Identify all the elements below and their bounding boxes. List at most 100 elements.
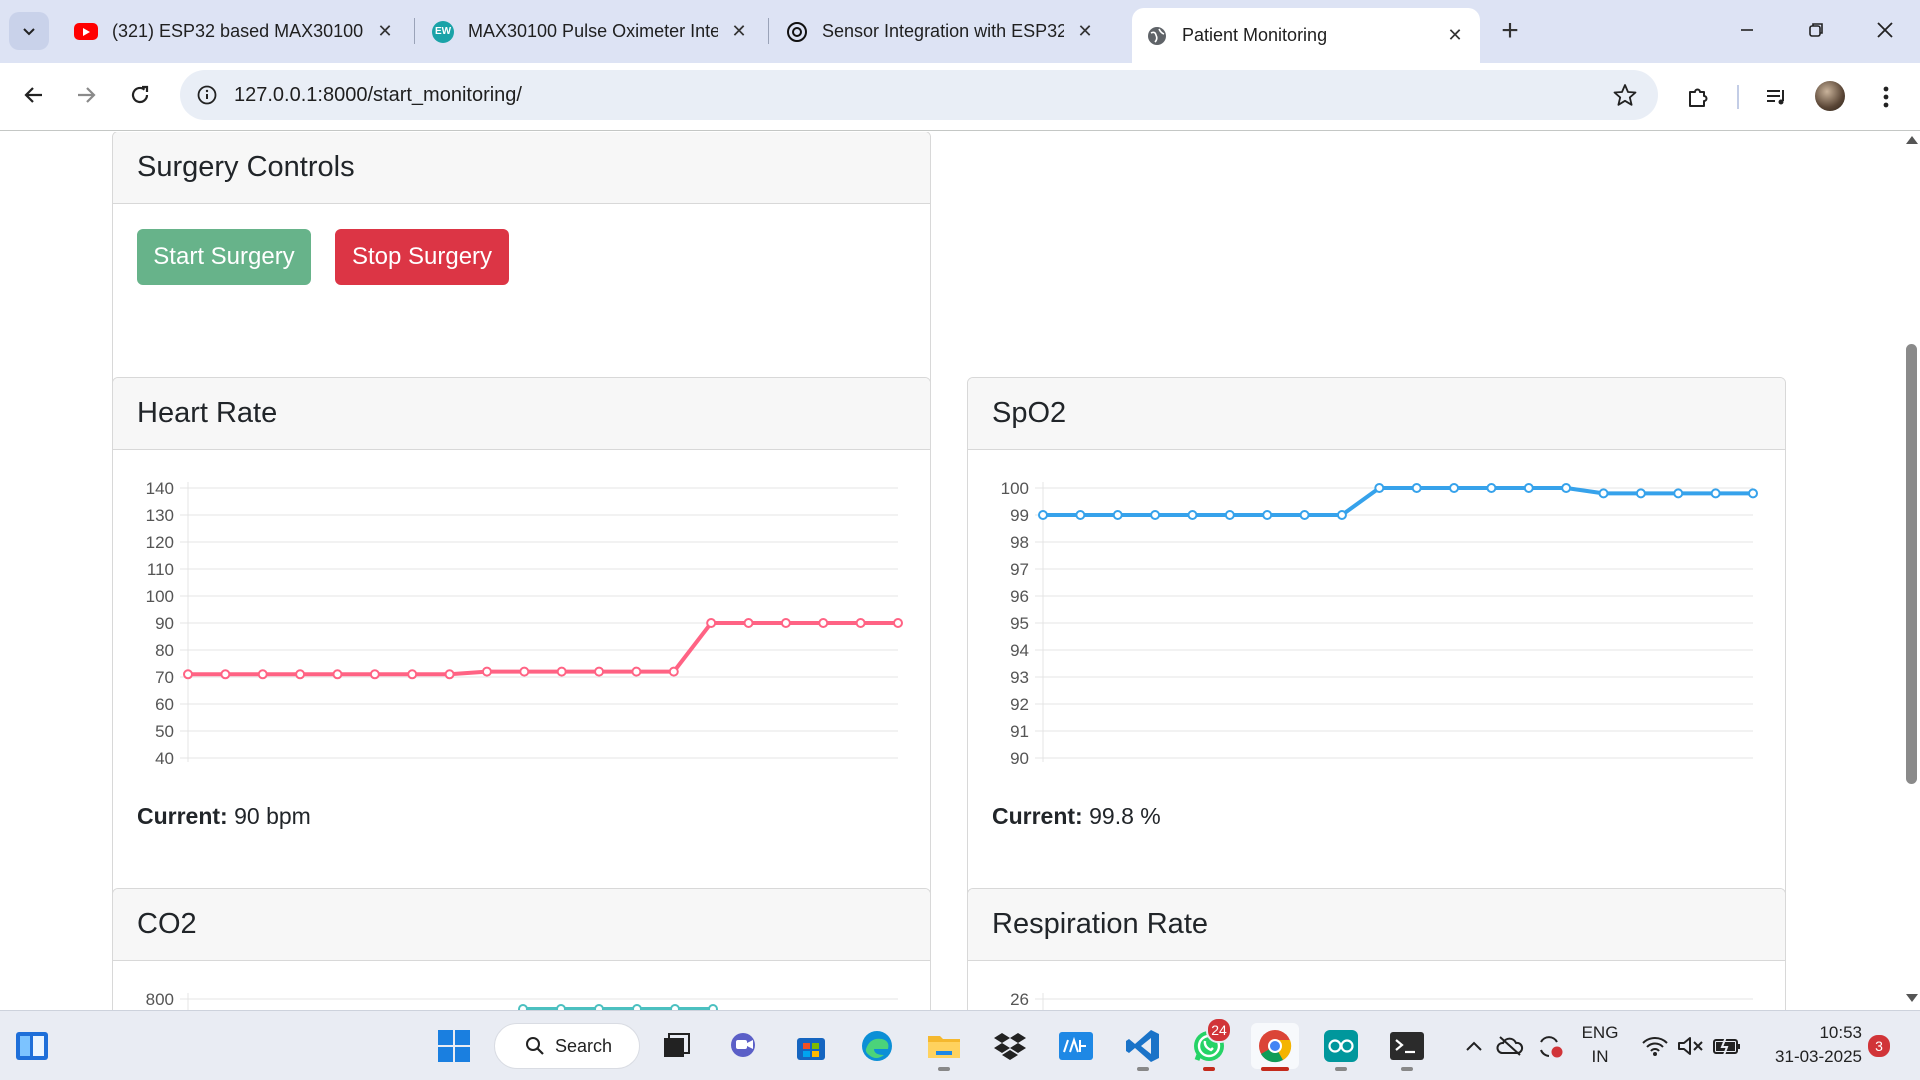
close-window-button[interactable]	[1855, 10, 1915, 50]
close-icon[interactable]: ✕	[1444, 25, 1466, 46]
browser-menu-button[interactable]	[1868, 79, 1904, 115]
y-tick-label: 130	[146, 506, 174, 525]
data-point	[556, 666, 567, 677]
extensions-button[interactable]	[1681, 79, 1717, 115]
windows-taskbar: Search 24 ENG IN 10:53 31-03-2025 3	[0, 1010, 1920, 1080]
y-tick-label: 70	[155, 668, 174, 687]
task-view-icon	[664, 1033, 690, 1057]
edge-app-button[interactable]	[853, 1023, 901, 1069]
folder-icon	[928, 1036, 960, 1058]
y-tick-label: 100	[146, 587, 174, 606]
data-point	[1112, 510, 1123, 520]
store-app-button[interactable]	[787, 1023, 835, 1069]
chevron-down-icon	[23, 28, 35, 36]
page-scrollbar[interactable]	[1902, 132, 1920, 1010]
search-label: Search	[555, 1035, 613, 1056]
date-text: 31-03-2025	[1775, 1047, 1862, 1066]
current-value: 90 bpm	[234, 803, 311, 829]
store-icon	[797, 1038, 825, 1060]
myhp-button[interactable]	[1052, 1023, 1100, 1069]
bookmark-star-icon[interactable]	[1612, 82, 1638, 113]
clock[interactable]: 10:53 31-03-2025	[1758, 1023, 1862, 1067]
myhp-icon	[1059, 1032, 1093, 1060]
language-code: ENG	[1581, 1023, 1619, 1042]
y-tick-label: 60	[155, 695, 174, 714]
file-explorer-button[interactable]	[920, 1023, 968, 1069]
chatgpt-icon	[786, 21, 808, 43]
tab-patient-monitoring[interactable]: Patient Monitoring ✕	[1132, 8, 1480, 63]
running-indicator	[1401, 1067, 1413, 1071]
battery-button[interactable]	[1706, 1023, 1748, 1069]
tab-sensor-integration[interactable]: Sensor Integration with ESP32 ✕	[772, 10, 1110, 53]
start-button[interactable]	[430, 1023, 478, 1069]
y-tick-label: 96	[1010, 587, 1029, 606]
onedrive-button[interactable]	[1490, 1023, 1530, 1069]
forward-button[interactable]	[66, 75, 106, 115]
info-icon[interactable]	[194, 82, 220, 108]
data-point	[1523, 483, 1534, 493]
y-tick-label: 90	[155, 614, 174, 633]
taskbar-search[interactable]: Search	[494, 1023, 640, 1069]
data-point	[332, 669, 343, 680]
wifi-button[interactable]	[1635, 1023, 1675, 1069]
card-title: Respiration Rate	[968, 889, 1785, 961]
volume-muted-icon	[1678, 1037, 1703, 1055]
restore-button[interactable]	[1786, 10, 1846, 50]
toolbar-divider	[1737, 85, 1739, 109]
address-bar[interactable]: 127.0.0.1:8000/start_monitoring/	[180, 70, 1658, 120]
meet-app-button[interactable]	[721, 1023, 769, 1069]
close-icon[interactable]: ✕	[374, 21, 396, 42]
tab-title: (321) ESP32 based MAX30100 P	[112, 21, 364, 41]
close-icon[interactable]: ✕	[728, 21, 750, 42]
minimize-button[interactable]	[1717, 10, 1777, 50]
scroll-up-arrow[interactable]	[1906, 136, 1918, 144]
co2-chart: 800	[146, 990, 898, 1010]
tab-title: Patient Monitoring	[1182, 25, 1328, 45]
notification-badge[interactable]: 3	[1866, 1033, 1892, 1059]
scrollbar-thumb[interactable]	[1906, 344, 1917, 784]
data-point	[407, 669, 418, 680]
volume-button[interactable]	[1670, 1023, 1710, 1069]
card-title: SpO2	[968, 378, 1785, 450]
tab-strip: (321) ESP32 based MAX30100 P ✕ EW MAX301…	[0, 0, 1920, 63]
start-surgery-button[interactable]: Start Surgery	[137, 229, 311, 285]
dropbox-button[interactable]	[986, 1023, 1034, 1069]
url-text[interactable]: 127.0.0.1:8000/start_monitoring/	[234, 84, 522, 107]
profile-avatar[interactable]	[1815, 81, 1845, 111]
tab-youtube[interactable]: (321) ESP32 based MAX30100 P ✕	[60, 10, 410, 53]
close-icon[interactable]: ✕	[1074, 21, 1096, 42]
y-tick-label: 110	[147, 560, 174, 579]
widgets-button[interactable]	[8, 1023, 56, 1069]
data-point	[1635, 488, 1646, 499]
sync-status-button[interactable]	[1530, 1023, 1570, 1069]
reload-button[interactable]	[120, 75, 160, 115]
data-point	[257, 669, 268, 680]
card-title: Surgery Controls	[113, 132, 930, 204]
tab-search-button[interactable]	[9, 12, 49, 50]
vscode-button[interactable]	[1119, 1023, 1167, 1069]
data-point	[1038, 510, 1048, 520]
terminal-button[interactable]	[1383, 1023, 1431, 1069]
y-tick-label: 98	[1010, 533, 1029, 552]
running-indicator	[1335, 1067, 1347, 1071]
stop-surgery-button[interactable]: Stop Surgery	[335, 229, 509, 285]
tab-max30100[interactable]: EW MAX30100 Pulse Oximeter Inte ✕	[418, 10, 764, 53]
tab-separator	[768, 18, 769, 44]
reload-icon	[131, 85, 149, 104]
arduino-button[interactable]	[1317, 1023, 1365, 1069]
data-point	[369, 669, 380, 680]
vscode-icon	[1126, 1030, 1159, 1062]
tab-separator	[414, 18, 415, 44]
back-button[interactable]	[14, 75, 54, 115]
data-point	[668, 666, 679, 677]
media-control-button[interactable]	[1759, 79, 1795, 115]
new-tab-button[interactable]: +	[1492, 14, 1528, 48]
data-point	[1187, 510, 1198, 520]
task-view-button[interactable]	[652, 1023, 700, 1069]
chrome-button[interactable]	[1251, 1023, 1299, 1069]
language-indicator[interactable]: ENG IN	[1572, 1023, 1628, 1067]
scroll-down-arrow[interactable]	[1906, 994, 1918, 1002]
series-line	[1043, 486, 1753, 517]
arduino-icon	[1324, 1030, 1358, 1062]
data-point	[1336, 510, 1347, 520]
